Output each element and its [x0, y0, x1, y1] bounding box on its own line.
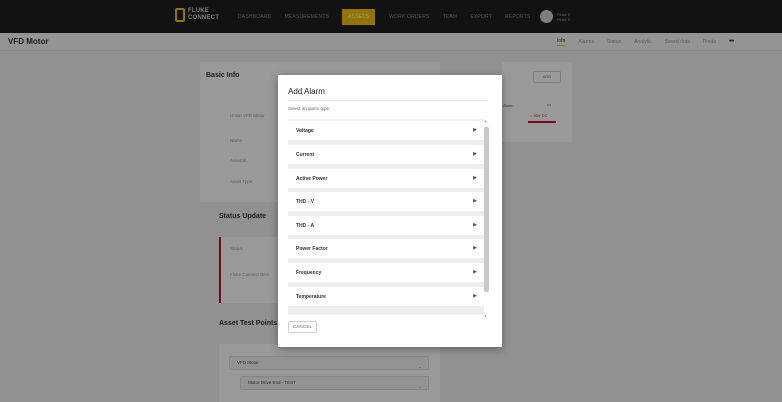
alarm-option-thd-v[interactable]: THD - V ▶: [288, 192, 484, 211]
arrow-right-icon: ▶: [473, 127, 477, 133]
add-alarm-dialog: Add Alarm Select an alarm type Voltage ▶…: [278, 75, 502, 347]
cancel-button[interactable]: CANCEL: [288, 321, 317, 333]
alarm-option-active-power[interactable]: Active Power ▶: [288, 169, 484, 188]
option-label: THD - A: [296, 223, 315, 229]
alarm-option-power-factor[interactable]: Power Factor ▶: [288, 239, 484, 258]
option-list-scrollbar[interactable]: ▲ ▼: [483, 119, 490, 318]
alarm-type-list: Voltage ▶ Current ▶ Active Power ▶ THD -…: [288, 119, 484, 315]
option-label: THD - V: [296, 199, 315, 205]
scroll-up-icon[interactable]: ▲: [484, 119, 487, 123]
option-label: Current: [296, 152, 315, 158]
scroll-thumb[interactable]: [484, 127, 489, 292]
alarm-option-voltage[interactable]: Voltage ▶: [288, 121, 484, 140]
alarm-option-current[interactable]: Current ▶: [288, 145, 484, 164]
alarm-option-frequency[interactable]: Frequency ▶: [288, 263, 484, 282]
arrow-right-icon: ▶: [473, 222, 477, 228]
alarm-option-temperature[interactable]: Temperature ▶: [288, 287, 484, 306]
arrow-right-icon: ▶: [473, 151, 477, 157]
option-label: Active Power: [296, 176, 328, 182]
arrow-right-icon: ▶: [473, 175, 477, 181]
option-label: Voltage: [296, 128, 314, 134]
dialog-subtitle: Select an alarm type: [288, 106, 330, 111]
option-label: Frequency: [296, 270, 322, 276]
arrow-right-icon: ▶: [473, 198, 477, 204]
option-label: Power Factor: [296, 246, 328, 252]
alarm-option-thd-a[interactable]: THD - A ▶: [288, 216, 484, 235]
option-label: Temperature: [296, 294, 326, 300]
dialog-title: Add Alarm: [288, 87, 325, 96]
title-divider: [288, 100, 488, 101]
arrow-right-icon: ▶: [473, 293, 477, 299]
arrow-right-icon: ▶: [473, 245, 477, 251]
scroll-down-icon[interactable]: ▼: [484, 314, 487, 318]
arrow-right-icon: ▶: [473, 269, 477, 275]
